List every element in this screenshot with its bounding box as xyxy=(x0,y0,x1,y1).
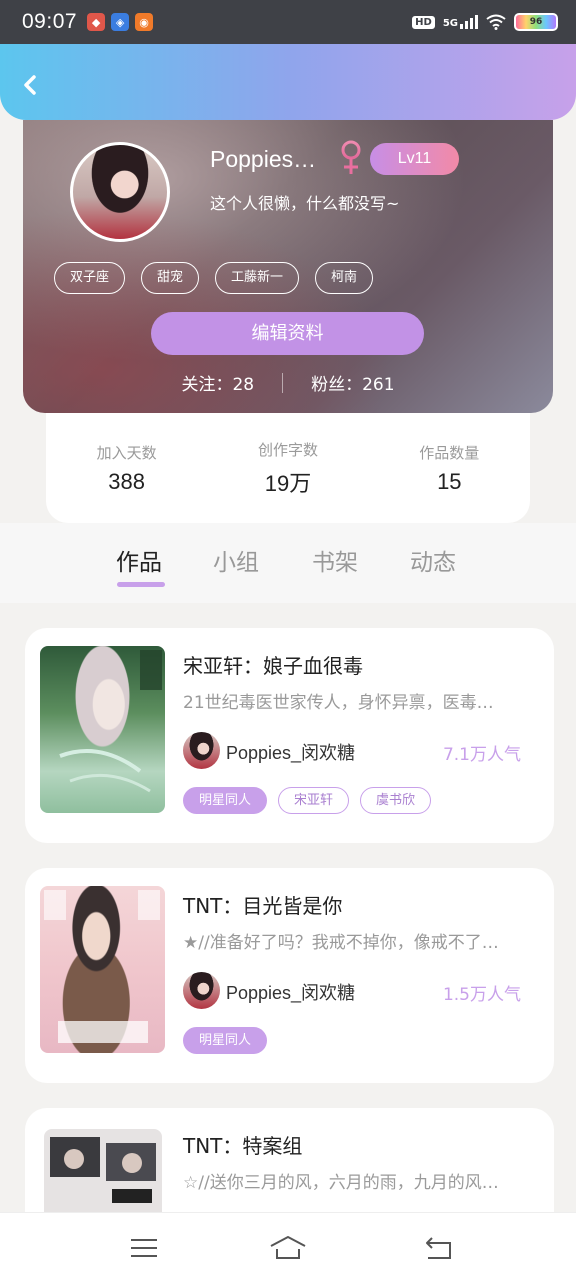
tab-bar: 作品 小组 书架 动态 xyxy=(0,523,576,603)
author-avatar xyxy=(183,732,220,769)
popularity-count: 1.5万人气 xyxy=(442,985,521,1005)
nickname: Poppies… xyxy=(210,146,317,172)
profile-tag[interactable]: 柯南 xyxy=(315,262,374,294)
profile-tag[interactable]: 工藤新一 xyxy=(215,262,300,294)
popularity-count: 7.1万人气 xyxy=(442,745,521,765)
following-label: 关注： xyxy=(181,375,233,395)
cellular-signal-icon: 5G xyxy=(443,15,478,29)
fans-count: 261 xyxy=(362,375,395,395)
work-card[interactable]: 宋亚轩：娘子血很毒 21世纪毒医世家传人，身怀异禀，医毒… Poppies_闵欢… xyxy=(25,628,554,843)
app-notification-icon: ◆ xyxy=(87,13,106,31)
work-tags: 明星同人 xyxy=(183,1027,268,1054)
home-icon[interactable] xyxy=(268,1233,308,1263)
chevron-left-icon xyxy=(24,75,36,95)
battery-icon: 96 xyxy=(514,13,558,31)
work-description: ☆//送你三月的风，六月的雨，九月的风… xyxy=(183,1173,499,1193)
work-title: TNT：目光皆是你 xyxy=(183,894,343,918)
avatar[interactable] xyxy=(70,142,170,242)
author-name: Poppies_闵欢糖 xyxy=(226,983,356,1003)
app-notification-icon: ◉ xyxy=(135,13,154,31)
author-name: Poppies_闵欢糖 xyxy=(226,743,356,763)
fans-label: 粉丝： xyxy=(311,375,363,395)
divider xyxy=(282,372,284,393)
work-tag[interactable]: 明星同人 xyxy=(183,787,268,814)
system-nav-bar xyxy=(0,1212,576,1280)
profile-tags: 双子座 甜宠 工藤新一 柯南 xyxy=(54,262,374,294)
work-title: TNT：特案组 xyxy=(183,1134,303,1158)
bio-text: 这个人很懒，什么都没写~ xyxy=(210,194,400,213)
following-link[interactable]: 关注：28 xyxy=(181,370,254,395)
cover-art xyxy=(44,890,160,1043)
profile-tag[interactable]: 双子座 xyxy=(54,262,126,294)
work-description: 21世纪毒医世家传人，身怀异禀，医毒… xyxy=(183,693,494,713)
work-description: ★//准备好了吗？我戒不掉你，像戒不了… xyxy=(183,933,499,953)
follow-stats: 关注：28 粉丝：261 xyxy=(23,370,553,395)
stat-work-count: 作品数量 15 xyxy=(379,442,519,495)
notification-icons: ◆ ◈ ◉ xyxy=(87,13,154,31)
work-title: 宋亚轩：娘子血很毒 xyxy=(183,654,363,678)
work-tag[interactable]: 明星同人 xyxy=(183,1027,268,1054)
edit-profile-button[interactable]: 编辑资料 xyxy=(151,312,424,355)
status-indicators: HD 5G 96 xyxy=(412,13,558,31)
stat-label: 作品数量 xyxy=(419,443,480,462)
wifi-icon xyxy=(486,14,506,30)
cover-art xyxy=(59,650,162,793)
stat-value: 388 xyxy=(108,468,146,494)
stat-word-count: 创作字数 19万 xyxy=(218,439,358,498)
work-tag[interactable]: 宋亚轩 xyxy=(278,787,350,814)
tab-activity[interactable]: 动态 xyxy=(410,543,456,577)
fans-link[interactable]: 粉丝：261 xyxy=(311,370,394,395)
book-cover xyxy=(40,886,165,1053)
tab-groups[interactable]: 小组 xyxy=(213,543,259,577)
profile-tag[interactable]: 甜宠 xyxy=(141,262,200,294)
level-badge: Lv11 xyxy=(370,143,459,175)
stat-value: 15 xyxy=(437,468,462,494)
work-card[interactable]: TNT：目光皆是你 ★//准备好了吗？我戒不掉你，像戒不了… Poppies_闵… xyxy=(25,868,554,1083)
work-tag[interactable]: 虞书欣 xyxy=(360,787,432,814)
tab-works[interactable]: 作品 xyxy=(116,543,162,577)
status-bar: 09:07 ◆ ◈ ◉ HD 5G 96 xyxy=(0,0,576,44)
stat-value: 19万 xyxy=(264,470,312,496)
back-button[interactable] xyxy=(14,68,48,102)
stat-label: 加入天数 xyxy=(96,443,157,462)
book-cover xyxy=(40,646,165,813)
return-icon[interactable] xyxy=(420,1233,460,1263)
menu-icon[interactable] xyxy=(124,1233,164,1263)
app-notification-icon: ◈ xyxy=(111,13,130,31)
profile-card: Poppies… Lv11 这个人很懒，什么都没写~ 双子座 甜宠 工藤新一 柯… xyxy=(23,120,553,413)
header-bar xyxy=(0,44,576,120)
status-time: 09:07 xyxy=(22,10,78,33)
female-icon xyxy=(341,140,361,174)
author-avatar xyxy=(183,972,220,1009)
tab-bookshelf[interactable]: 书架 xyxy=(312,543,358,577)
stat-label: 创作字数 xyxy=(257,440,318,459)
work-tags: 明星同人 宋亚轩 虞书欣 xyxy=(183,787,432,814)
stat-join-days: 加入天数 388 xyxy=(57,442,197,495)
stats-card: 加入天数 388 创作字数 19万 作品数量 15 xyxy=(46,413,530,523)
following-count: 28 xyxy=(232,375,255,395)
tab-indicator xyxy=(117,582,165,587)
hd-icon: HD xyxy=(412,15,435,29)
